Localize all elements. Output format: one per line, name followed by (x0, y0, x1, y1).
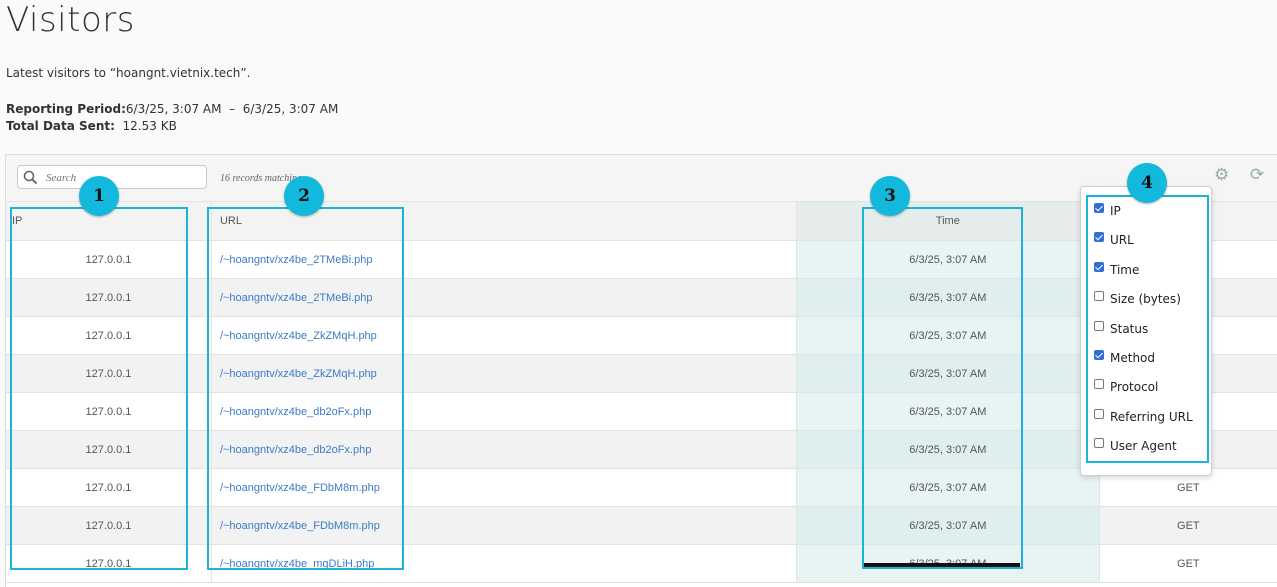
table-row: 127.0.0.1 /~hoangntv/xz4be_mgDLiH.php 6/… (6, 544, 1277, 583)
cell-url: /~hoangntv/xz4be_2TMeBi.php (211, 240, 797, 279)
search-icon (23, 170, 38, 185)
column-header-time[interactable]: Time (796, 202, 1100, 241)
checkbox[interactable] (1094, 321, 1104, 331)
cell-ip: 127.0.0.1 (6, 316, 212, 355)
cell-time: 6/3/25, 3:07 AM (796, 392, 1100, 431)
page-title: Visitors (6, 0, 135, 40)
cell-url: /~hoangntv/xz4be_db2oFx.php (211, 430, 797, 469)
search-input[interactable] (44, 168, 198, 188)
cell-url: /~hoangntv/xz4be_db2oFx.php (211, 392, 797, 431)
cell-url: /~hoangntv/xz4be_ZkZMqH.php (211, 354, 797, 393)
cell-method: GET (1099, 506, 1277, 545)
cell-time: 6/3/25, 3:07 AM (796, 506, 1100, 545)
annotation-badge-2: 2 (284, 176, 324, 216)
column-option-time[interactable]: Time (1094, 262, 1140, 277)
data-sent-value: 12.53 KB (122, 119, 177, 133)
checkbox[interactable] (1094, 379, 1104, 389)
column-option-label: Size (bytes) (1110, 292, 1181, 306)
cell-url: /~hoangntv/xz4be_FDbM8m.php (211, 468, 797, 507)
column-option-label: Referring URL (1110, 410, 1193, 424)
column-option-label: Method (1110, 351, 1156, 365)
annotation-badge-3: 3 (870, 176, 910, 216)
column-option-protocol[interactable]: Protocol (1094, 379, 1159, 394)
column-option-ip[interactable]: IP (1094, 203, 1121, 218)
url-link[interactable]: /~hoangntv/xz4be_FDbM8m.php (220, 520, 380, 532)
cell-url: /~hoangntv/xz4be_ZkZMqH.php (211, 316, 797, 355)
url-link[interactable]: /~hoangntv/xz4be_ZkZMqH.php (220, 330, 377, 342)
cell-ip: 127.0.0.1 (6, 506, 212, 545)
cell-ip: 127.0.0.1 (6, 430, 212, 469)
url-link[interactable]: /~hoangntv/xz4be_2TMeBi.php (220, 254, 373, 266)
refresh-icon[interactable]: ⟳ (1250, 165, 1264, 185)
cell-ip: 127.0.0.1 (6, 544, 212, 583)
column-option-label: Protocol (1110, 380, 1159, 394)
url-link[interactable]: /~hoangntv/xz4be_FDbM8m.php (220, 482, 380, 494)
checkbox[interactable] (1094, 409, 1104, 419)
cell-ip: 127.0.0.1 (6, 354, 212, 393)
column-chooser-menu: IP URL Time Size (bytes) Status Method P… (1080, 186, 1212, 476)
cell-ip: 127.0.0.1 (6, 240, 212, 279)
annotation-badge-1: 1 (79, 176, 119, 216)
cell-url: /~hoangntv/xz4be_FDbM8m.php (211, 506, 797, 545)
column-option-size[interactable]: Size (bytes) (1094, 291, 1181, 306)
annotation-badge-4: 4 (1127, 163, 1167, 203)
column-option-url[interactable]: URL (1094, 232, 1134, 247)
cell-ip: 127.0.0.1 (6, 468, 212, 507)
cell-url: /~hoangntv/xz4be_mgDLiH.php (211, 544, 797, 583)
reporting-period-label: Reporting Period: (6, 102, 126, 116)
cell-ip: 127.0.0.1 (6, 392, 212, 431)
data-sent-label: Total Data Sent: (6, 119, 115, 133)
column-option-method[interactable]: Method (1094, 350, 1156, 365)
checkbox[interactable] (1094, 291, 1104, 301)
cell-time: 6/3/25, 3:07 AM (796, 468, 1100, 507)
cell-time: 6/3/25, 3:07 AM (796, 354, 1100, 393)
checkbox[interactable] (1094, 350, 1104, 360)
url-link[interactable]: /~hoangntv/xz4be_db2oFx.php (220, 406, 371, 418)
column-option-user-agent[interactable]: User Agent (1094, 438, 1177, 453)
table-row: 127.0.0.1 /~hoangntv/xz4be_FDbM8m.php 6/… (6, 506, 1277, 545)
page-subtitle: Latest visitors to “hoangnt.vietnix.tech… (6, 66, 251, 80)
column-option-status[interactable]: Status (1094, 321, 1149, 336)
column-option-label: Time (1110, 263, 1140, 277)
url-link[interactable]: /~hoangntv/xz4be_ZkZMqH.php (220, 368, 377, 380)
column-option-label: Status (1110, 322, 1149, 336)
url-link[interactable]: /~hoangntv/xz4be_2TMeBi.php (220, 292, 373, 304)
url-link[interactable]: /~hoangntv/xz4be_db2oFx.php (220, 444, 371, 456)
reporting-period-value: 6/3/25, 3:07 AM – 6/3/25, 3:07 AM (125, 102, 339, 116)
column-option-referring-url[interactable]: Referring URL (1094, 409, 1193, 424)
url-link[interactable]: /~hoangntv/xz4be_mgDLiH.php (220, 558, 374, 570)
column-option-label: IP (1110, 204, 1121, 218)
column-option-label: URL (1110, 233, 1134, 247)
checkbox[interactable] (1094, 438, 1104, 448)
checkbox[interactable] (1094, 203, 1104, 213)
cell-url: /~hoangntv/xz4be_2TMeBi.php (211, 278, 797, 317)
cell-time: 6/3/25, 3:07 AM (796, 278, 1100, 317)
cell-method: GET (1099, 544, 1277, 583)
checkbox[interactable] (1094, 232, 1104, 242)
cell-time: 6/3/25, 3:07 AM (796, 430, 1100, 469)
cell-time: 6/3/25, 3:07 AM (796, 316, 1100, 355)
gear-icon[interactable]: ⚙ (1214, 165, 1229, 185)
checkbox[interactable] (1094, 262, 1104, 272)
time-column-underline (864, 563, 1020, 567)
report-summary: Reporting Period:6/3/25, 3:07 AM – 6/3/2… (6, 101, 338, 135)
cell-time: 6/3/25, 3:07 AM (796, 240, 1100, 279)
cell-ip: 127.0.0.1 (6, 278, 212, 317)
column-option-label: User Agent (1110, 439, 1177, 453)
